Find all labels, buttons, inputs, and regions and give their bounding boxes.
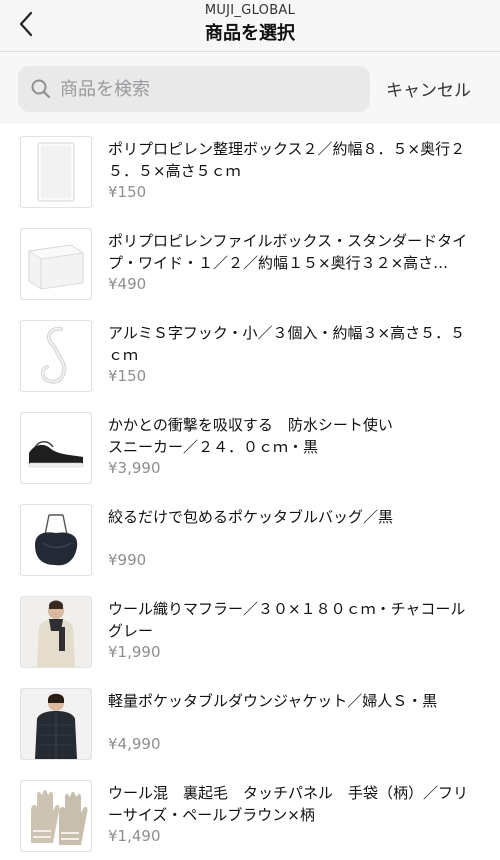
page-title: 商品を選択: [205, 23, 295, 44]
file-box-image: [20, 228, 92, 300]
s-hook-image: [20, 320, 92, 392]
sneaker-image: [20, 412, 92, 484]
list-item[interactable]: ポリプロピレン整理ボックス２／約幅８．５×奥行２５．５×高さ５ｃｍ ¥150: [0, 124, 500, 216]
item-price: ¥150: [108, 183, 147, 201]
item-name: ポリプロピレン整理ボックス２／約幅８．５×奥行２５．５×高さ５ｃｍ: [108, 140, 466, 180]
item-price: ¥150: [108, 367, 147, 385]
item-name: アルミＳ字フック・小／３個入・約幅３×高さ５．５ｃｍ: [108, 324, 466, 364]
list-item[interactable]: アルミＳ字フック・小／３個入・約幅３×高さ５．５ｃｍ ¥150: [0, 308, 500, 400]
list-item[interactable]: ウール混 裏起毛 タッチパネル 手袋（柄）／フリーサイズ・ペールブラウン×柄 ¥…: [0, 768, 500, 860]
item-price: ¥4,990: [108, 735, 161, 753]
bag-image: [20, 504, 92, 576]
item-name: かかとの衝撃を吸収する 防水シート使い スニーカー／２４．０ｃｍ・黒: [108, 416, 393, 456]
list-item[interactable]: 絞るだけで包めるポケッタブルバッグ／黒 ¥990: [0, 492, 500, 584]
search-input[interactable]: [60, 66, 360, 112]
nav-header: MUJI_GLOBAL 商品を選択: [0, 0, 500, 52]
search-box[interactable]: [18, 66, 370, 112]
item-price: ¥1,490: [108, 827, 161, 845]
header-subtitle: MUJI_GLOBAL: [204, 3, 296, 18]
list-item[interactable]: ポリプロピレンファイルボックス・スタンダードタイプ・ワイド・１／２／約幅１５×奥…: [0, 216, 500, 308]
item-price: ¥490: [108, 275, 147, 293]
jacket-model-image: [20, 688, 92, 760]
list-item[interactable]: 軽量ポケッタブルダウンジャケット／婦人Ｓ・黒 ¥4,990: [0, 676, 500, 768]
item-price: ¥990: [108, 551, 147, 569]
cancel-button[interactable]: キャンセル: [386, 76, 471, 101]
list-item[interactable]: ウール織りマフラー／３０×１８０ｃｍ・チャコールグレー ¥1,990: [0, 584, 500, 676]
item-price: ¥3,990: [108, 459, 161, 477]
search-icon: [31, 79, 51, 99]
product-list: ポリプロピレン整理ボックス２／約幅８．５×奥行２５．５×高さ５ｃｍ ¥150 ポ…: [0, 124, 500, 860]
list-item[interactable]: かかとの衝撃を吸収する 防水シート使い スニーカー／２４．０ｃｍ・黒 ¥3,99…: [0, 400, 500, 492]
item-name: ポリプロピレンファイルボックス・スタンダードタイプ・ワイド・１／２／約幅１５×奥…: [108, 232, 468, 272]
scarf-model-image: [20, 596, 92, 668]
gloves-image: [20, 780, 92, 852]
item-name: ウール織りマフラー／３０×１８０ｃｍ・チャコールグレー: [108, 600, 466, 640]
storage-box-image: [20, 136, 92, 208]
item-name: 絞るだけで包めるポケッタブルバッグ／黒: [108, 508, 394, 526]
item-name: ウール混 裏起毛 タッチパネル 手袋（柄）／フリーサイズ・ペールブラウン×柄: [108, 784, 469, 824]
search-bar: キャンセル: [0, 52, 500, 124]
item-name: 軽量ポケッタブルダウンジャケット／婦人Ｓ・黒: [108, 692, 438, 710]
item-price: ¥1,990: [108, 643, 161, 661]
